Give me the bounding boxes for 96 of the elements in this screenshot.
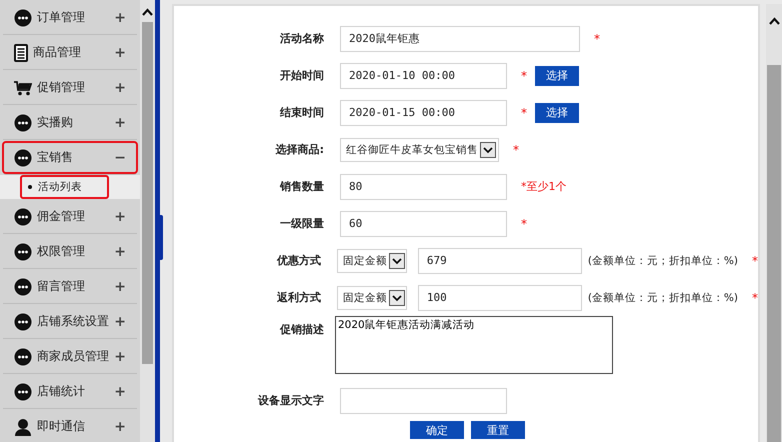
toggle-sign[interactable]: + — [114, 208, 126, 224]
required-mark: * — [752, 290, 758, 304]
required-mark: * — [521, 216, 527, 230]
select-field[interactable]: 固定金额 — [337, 286, 407, 310]
field-label: 选择商品: — [274, 142, 325, 157]
more-icon — [14, 148, 32, 166]
more-icon — [14, 208, 32, 226]
toggle-sign[interactable]: + — [114, 384, 126, 400]
toggle-sign[interactable]: + — [114, 278, 126, 294]
more-icon — [14, 382, 32, 400]
scroll-up-icon[interactable] — [768, 17, 780, 25]
sidebar-item-label: 权限管理 — [37, 243, 86, 260]
unit-note: (金额单位：元；折扣单位：%) — [588, 254, 738, 268]
sidebar-item-label: 商家成员管理 — [37, 348, 110, 365]
sidebar-item[interactable]: 促销管理 + — [2, 71, 138, 104]
sidebar-item-label: 店铺统计 — [37, 383, 86, 400]
sidebar-item-label: 留言管理 — [37, 278, 86, 295]
sidebar-item[interactable]: 店铺统计 + — [2, 375, 138, 408]
sidebar-item-label: 订单管理 — [37, 9, 86, 26]
document-icon — [14, 44, 28, 62]
sidebar-item[interactable]: 订单管理 + — [2, 1, 138, 34]
confirm-button[interactable]: 确定 — [410, 421, 464, 439]
toggle-sign[interactable]: + — [114, 80, 126, 96]
field-label: 活动名称 — [279, 31, 325, 46]
hint-text: *至少1个 — [521, 179, 566, 194]
field-label: 开始时间 — [279, 68, 325, 83]
choose-button[interactable]: 选择 — [535, 66, 579, 86]
submenu-item[interactable]: 活动列表 — [20, 175, 109, 199]
toggle-sign[interactable]: + — [114, 114, 126, 130]
toggle-sign[interactable]: + — [114, 314, 126, 330]
field-label: 销售数量 — [278, 179, 325, 194]
input-field[interactable]: 80 — [340, 174, 507, 200]
input-field[interactable]: 100 — [418, 284, 582, 310]
more-icon — [14, 348, 32, 366]
field-label: 设备显示文字 — [256, 393, 325, 408]
sidebar-item-label: 店铺系统设置 — [37, 313, 110, 330]
dropdown-caret-icon — [389, 290, 406, 306]
more-icon — [14, 114, 32, 132]
more-icon — [14, 278, 32, 296]
field-label: 结束时间 — [278, 105, 325, 120]
required-mark: * — [752, 254, 758, 268]
required-mark: * — [521, 68, 527, 82]
date-field[interactable]: 2020-01-15 00:00 — [340, 100, 507, 126]
input-field[interactable] — [340, 388, 507, 414]
reset-button[interactable]: 重置 — [471, 421, 525, 439]
toggle-sign[interactable]: + — [114, 44, 126, 60]
toggle-sign[interactable]: + — [114, 418, 126, 434]
toggle-sign[interactable]: − — [114, 150, 126, 166]
select-field[interactable]: 固定金额 — [337, 248, 407, 272]
field-label: 返利方式 — [276, 290, 322, 305]
scrollbar-thumb[interactable] — [767, 65, 781, 442]
toggle-sign[interactable]: + — [114, 244, 126, 260]
required-mark: * — [594, 32, 600, 46]
dropdown-caret-icon — [389, 252, 406, 268]
input-field[interactable]: 679 — [418, 248, 582, 274]
textarea-field[interactable]: 2020鼠年钜惠活动满减活动 — [335, 316, 613, 374]
sidebar-item[interactable]: 宝销售 − — [2, 141, 138, 174]
sidebar-item[interactable]: 实播购 + — [2, 106, 138, 139]
cart-icon — [14, 80, 32, 96]
scrollbar-thumb[interactable] — [142, 22, 153, 364]
input-field[interactable]: 60 — [340, 210, 507, 236]
choose-button[interactable]: 选择 — [535, 102, 579, 122]
required-mark: * — [513, 142, 519, 156]
unit-note: (金额单位：元；折扣单位：%) — [588, 290, 738, 304]
user-icon — [14, 418, 32, 436]
dropdown-caret-icon — [480, 142, 496, 158]
submenu-label: 活动列表 — [38, 180, 82, 194]
field-label: 促销描述 — [278, 322, 325, 337]
sidebar-item[interactable]: 商家成员管理 + — [2, 340, 138, 373]
sidebar-item-label: 促销管理 — [37, 79, 86, 96]
sidebar-item-label: 实播购 — [37, 114, 74, 131]
scroll-up-icon[interactable] — [142, 8, 153, 16]
more-icon — [14, 8, 32, 26]
sidebar-item[interactable]: 权限管理 + — [2, 235, 138, 268]
field-label: 优惠方式 — [276, 253, 322, 268]
sidebar-item-label: 佣金管理 — [37, 208, 86, 225]
more-icon — [14, 242, 32, 260]
input-field[interactable]: 2020鼠年钜惠 — [340, 26, 580, 52]
select-field[interactable]: 红谷御匠牛皮革女包宝销售 — [340, 138, 499, 162]
sidebar-item[interactable]: 店铺系统设置 + — [2, 305, 138, 338]
sidebar-item[interactable]: 留言管理 + — [2, 270, 138, 303]
sidebar-item[interactable]: 即时通信 + — [2, 410, 138, 442]
date-field[interactable]: 2020-01-10 00:00 — [340, 62, 507, 88]
sidebar-scrollbar[interactable] — [140, 0, 155, 442]
sidebar-item[interactable]: 佣金管理 + — [2, 200, 138, 233]
required-mark: * — [521, 106, 527, 120]
toggle-sign[interactable]: + — [114, 10, 126, 26]
more-icon — [14, 312, 32, 330]
bullet-icon — [28, 185, 32, 189]
sidebar-item-label: 即时通信 — [37, 418, 86, 435]
field-label: 一级限量 — [279, 216, 325, 231]
sidebar-item-label: 宝销售 — [37, 149, 74, 166]
sidebar-item-label: 商品管理 — [33, 44, 82, 61]
toggle-sign[interactable]: + — [114, 348, 126, 364]
sidebar-item[interactable]: 商品管理 + — [2, 36, 138, 69]
page-scrollbar[interactable] — [766, 4, 782, 442]
